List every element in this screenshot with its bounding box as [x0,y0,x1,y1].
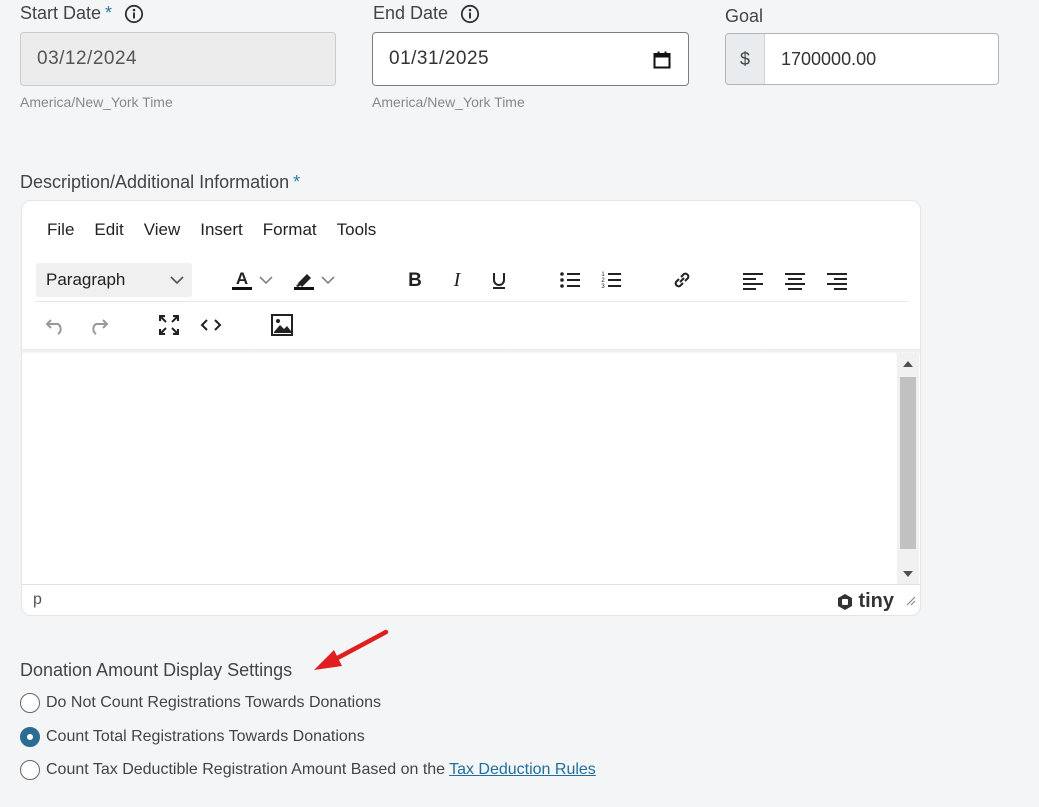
resize-handle-icon[interactable] [904,593,916,611]
info-icon[interactable] [460,4,480,24]
chevron-down-icon [170,276,184,285]
svg-text:B: B [408,270,422,290]
fullscreen-button[interactable] [153,309,185,341]
menu-edit[interactable]: Edit [84,220,133,240]
tax-deduction-rules-link[interactable]: Tax Deduction Rules [449,761,596,779]
tiny-logo-icon [838,593,853,610]
radio-button[interactable] [20,693,40,713]
required-mark: * [105,3,113,23]
text-color-dropdown[interactable] [256,264,276,296]
code-icon [200,319,222,331]
start-date-value: 03/12/2024 [37,48,138,69]
rich-text-editor[interactable]: File Edit View Insert Format Tools Parag… [21,200,921,616]
redo-icon [92,319,109,335]
chevron-down-icon [321,276,335,285]
underline-button[interactable] [483,264,515,296]
redo-button[interactable] [82,309,114,341]
italic-button[interactable]: I [441,264,473,296]
radio-option-do-not-count[interactable]: Do Not Count Registrations Towards Donat… [20,693,381,713]
chevron-down-icon [259,276,273,285]
editor-toolbar-row-1: Paragraph A B I 123 [36,259,908,302]
numbered-list-icon: 123 [601,272,621,290]
link-icon [674,272,690,288]
end-date-value: 01/31/2025 [389,48,490,69]
radio-label: Count Tax Deductible Registration Amount… [46,761,446,778]
start-date-timezone: America/New_York Time [20,94,173,110]
menu-file[interactable]: File [37,220,84,240]
tiny-logo[interactable]: tiny [836,590,894,613]
start-date-label-text: Start Date [20,3,102,23]
editor-scrollbar[interactable] [897,353,919,585]
block-format-select[interactable]: Paragraph [36,263,192,297]
highlight-dropdown[interactable] [318,264,338,296]
start-date-label: Start Date * [20,3,144,24]
red-arrow-annotation [314,629,389,670]
align-center-icon [785,273,805,290]
editor-content-area[interactable] [22,353,896,585]
info-icon[interactable] [124,4,144,24]
scroll-up-arrow-icon[interactable] [903,361,913,367]
bold-icon: B [408,270,422,290]
element-path[interactable]: p [33,591,42,609]
goal-value[interactable]: 1700000.00 [765,34,998,84]
required-mark: * [293,172,301,192]
fullscreen-icon [159,315,179,335]
editor-menubar: File Edit View Insert Format Tools [22,201,386,259]
end-date-label-text: End Date [373,3,449,23]
scroll-down-arrow-icon[interactable] [903,571,913,577]
insert-link-button[interactable] [666,264,698,296]
align-left-button[interactable] [737,264,769,296]
description-label: Description/Additional Information * [20,172,300,193]
highlight-button[interactable] [288,264,320,296]
underline-icon [493,273,505,289]
menu-view[interactable]: View [134,220,191,240]
radio-label: Count Total Registrations Towards Donati… [46,728,365,745]
italic-icon: I [453,270,462,290]
radio-option-count-total[interactable]: Count Total Registrations Towards Donati… [20,727,365,747]
end-date-input[interactable]: 01/31/2025 [372,32,689,86]
end-date-label: End Date [373,3,480,24]
calendar-icon[interactable] [653,51,671,75]
align-left-icon [743,273,763,290]
radio-button[interactable] [20,760,40,780]
svg-text:3: 3 [601,284,605,290]
radio-label: Do Not Count Registrations Towards Donat… [46,694,381,711]
editor-statusbar: p tiny [22,584,920,615]
source-code-button[interactable] [195,309,227,341]
text-color-icon: A [232,269,252,290]
menu-insert[interactable]: Insert [190,220,253,240]
bold-button[interactable]: B [399,264,431,296]
start-date-input[interactable]: 03/12/2024 [20,32,336,86]
align-right-icon [827,273,847,290]
radio-button-checked[interactable] [20,727,40,747]
highlighter-icon [294,274,314,290]
bullet-list-icon [560,272,580,288]
undo-button[interactable] [40,309,72,341]
editor-toolbar-row-2 [36,303,908,347]
description-label-text: Description/Additional Information [20,172,290,192]
image-icon [271,314,293,336]
menu-tools[interactable]: Tools [327,220,387,240]
goal-label: Goal [725,6,764,26]
align-center-button[interactable] [779,264,811,296]
svg-text:A: A [236,269,248,288]
numbered-list-button[interactable]: 123 [595,264,627,296]
menu-format[interactable]: Format [253,220,327,240]
undo-icon [45,319,62,335]
donation-settings-title: Donation Amount Display Settings [20,660,293,680]
block-format-value: Paragraph [46,270,126,289]
align-right-button[interactable] [821,264,853,296]
bullet-list-button[interactable] [554,264,586,296]
scroll-thumb[interactable] [900,377,916,549]
end-date-timezone: America/New_York Time [372,94,525,110]
insert-image-button[interactable] [266,309,298,341]
text-color-button[interactable]: A [226,264,258,296]
tiny-logo-text: tiny [858,590,894,612]
goal-input[interactable]: $ 1700000.00 [725,33,999,85]
svg-text:I: I [453,270,462,290]
radio-option-tax-deductible[interactable]: Count Tax Deductible Registration Amount… [20,760,596,780]
currency-prefix: $ [726,34,765,84]
